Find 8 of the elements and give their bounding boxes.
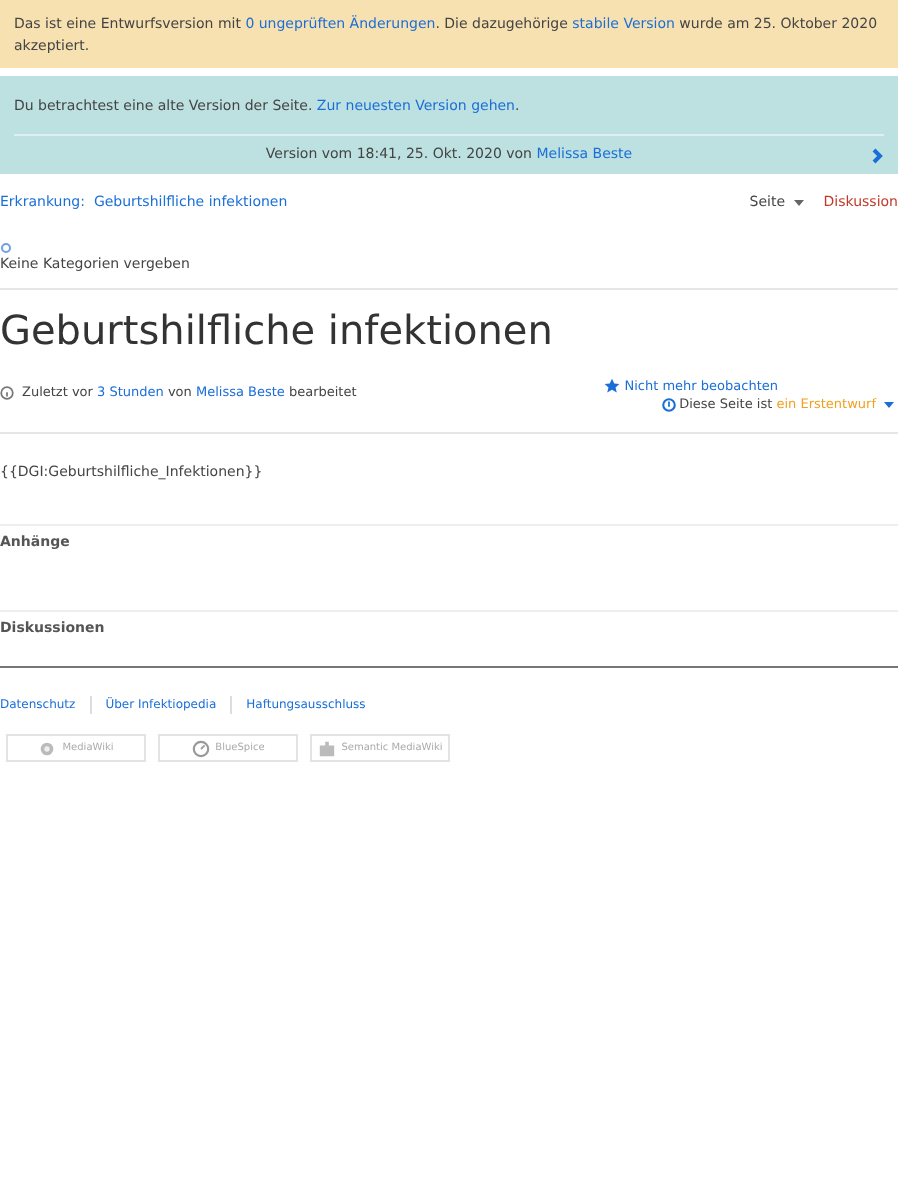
- info-icon: [0, 385, 14, 399]
- status-icon: [661, 397, 676, 411]
- star-icon: [604, 378, 621, 394]
- next-chevron-icon[interactable]: [872, 148, 884, 164]
- page-title: Geburtshilfliche infektionen: [0, 306, 555, 354]
- clock-icon: [191, 739, 210, 757]
- caret-icon[interactable]: [884, 401, 894, 407]
- caret-icon: [793, 199, 804, 206]
